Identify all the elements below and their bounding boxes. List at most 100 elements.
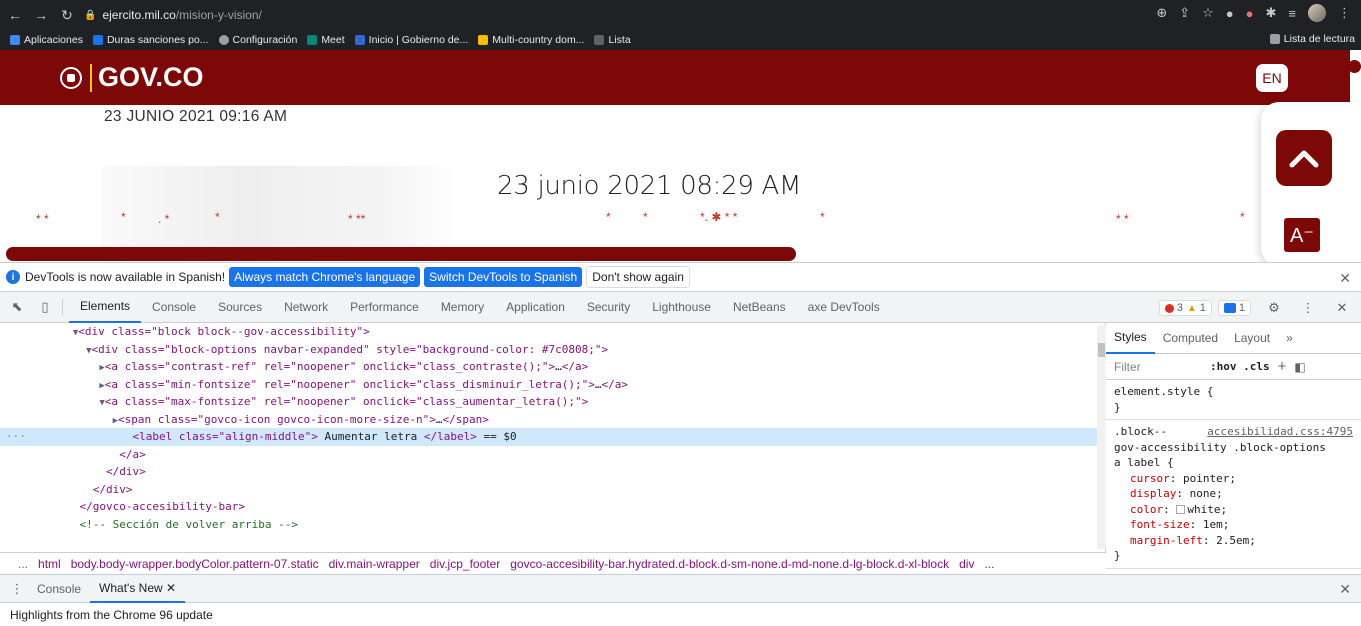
dom-node[interactable]: ▼<a class="max-fontsize" rel="noopener" … — [0, 393, 1105, 411]
tab-layout[interactable]: Layout — [1226, 323, 1278, 354]
styles-panel: Styles Computed Layout » Filter :hov .cl… — [1106, 323, 1361, 574]
reading-list-button[interactable]: Lista de lectura — [1269, 33, 1355, 45]
tab-axe-devtools[interactable]: axe DevTools — [797, 292, 891, 323]
language-button[interactable]: EN — [1256, 64, 1288, 92]
bookmark-item[interactable]: Aplicaciones — [10, 34, 83, 46]
lock-icon[interactable]: 🔒 — [84, 10, 96, 21]
extension-icon[interactable]: ● — [1226, 6, 1234, 21]
close-icon[interactable]: ✕ — [1339, 270, 1351, 287]
css-property[interactable]: cursor: pointer; — [1114, 471, 1353, 487]
close-drawer-icon[interactable]: ✕ — [1339, 581, 1351, 598]
dom-node[interactable]: ▶<a class="min-fontsize" rel="noopener" … — [0, 376, 1105, 394]
dom-node[interactable]: ▼<div class="block block--gov-accessibil… — [0, 323, 1105, 341]
device-toolbar-icon[interactable]: ▯ — [34, 296, 56, 318]
drawer-menu-icon[interactable]: ⋮ — [6, 578, 28, 600]
tab-computed[interactable]: Computed — [1155, 323, 1226, 354]
media-icon[interactable]: ≡ — [1288, 6, 1296, 21]
breadcrumb-item[interactable]: div.main-wrapper — [329, 557, 420, 571]
scrollbar-thumb[interactable] — [1348, 60, 1361, 73]
back-to-top-button[interactable] — [1276, 130, 1332, 186]
breadcrumb-item[interactable]: ... — [18, 557, 28, 571]
share-icon[interactable]: ⇪ — [1179, 5, 1190, 21]
tab-styles[interactable]: Styles — [1106, 323, 1155, 354]
dom-node[interactable]: </a> — [0, 446, 1105, 464]
horizontal-scrollbar[interactable] — [6, 247, 796, 261]
more-options-icon[interactable]: ⋮ — [1297, 297, 1319, 319]
bookmark-item[interactable]: Inicio | Gobierno de... — [354, 34, 468, 46]
dont-show-again-button[interactable]: Don't show again — [586, 266, 690, 288]
bookmark-item[interactable]: Duras sanciones po... — [92, 34, 209, 46]
dom-node[interactable]: </div> — [0, 481, 1105, 499]
menu-kebab-icon[interactable]: ⋮ — [1338, 5, 1351, 21]
ellipsis-icon[interactable]: ··· — [6, 428, 26, 446]
css-property[interactable]: color: white; — [1114, 502, 1353, 518]
toggle-sidebar-icon[interactable]: ◧ — [1294, 360, 1305, 374]
extensions-puzzle-icon[interactable]: ✱ — [1266, 5, 1277, 21]
tab-console[interactable]: Console — [141, 292, 207, 323]
bookmark-item[interactable]: Multi-country dom... — [478, 34, 584, 46]
dom-node[interactable]: </govco-accesibility-bar> — [0, 498, 1105, 516]
issues-badge[interactable]: 3 ▲ 1 — [1158, 300, 1212, 316]
drawer-tab-console[interactable]: Console — [28, 574, 90, 603]
back-icon[interactable]: ← — [4, 4, 26, 26]
gov-logo[interactable]: GOV.CO — [60, 62, 204, 93]
breadcrumb-item[interactable]: div.jcp_footer — [430, 557, 500, 571]
bookmark-star-icon[interactable]: ☆ — [1202, 5, 1214, 21]
dom-node[interactable]: ▼<div class="block-options navbar-expand… — [0, 341, 1105, 359]
settings-gear-icon[interactable]: ⚙ — [1263, 297, 1285, 319]
breadcrumb-item[interactable]: ... — [984, 557, 994, 571]
inspect-element-icon[interactable]: ⬉ — [6, 296, 28, 318]
profile-avatar[interactable] — [1308, 4, 1326, 22]
tab-application[interactable]: Application — [495, 292, 576, 323]
tab-performance[interactable]: Performance — [339, 292, 430, 323]
breadcrumb-item[interactable]: html — [38, 557, 61, 571]
bookmark-item[interactable]: Lista — [594, 34, 631, 46]
dom-node-selected[interactable]: ··· <label class="align-middle"> Aumenta… — [0, 428, 1105, 446]
new-rule-icon[interactable]: + — [1278, 358, 1287, 375]
bookmark-item[interactable]: Configuración — [218, 34, 297, 46]
dom-node[interactable] — [0, 533, 1105, 541]
breadcrumb-item[interactable]: govco-accesibility-bar.hydrated.d-block.… — [510, 557, 949, 571]
dom-node[interactable]: ▶<a class="contrast-ref" rel="noopener" … — [0, 358, 1105, 376]
css-rule[interactable]: .block-- accesibilidad.css:4795 gov-acces… — [1106, 420, 1361, 569]
more-tabs-chevron-icon[interactable]: » — [1278, 323, 1301, 354]
font-size-button[interactable]: A⁻ — [1284, 218, 1320, 252]
css-property[interactable]: margin-left: 2.5em; — [1114, 533, 1353, 549]
scrollbar-thumb[interactable] — [1098, 343, 1105, 357]
styles-filter-input[interactable]: Filter — [1114, 360, 1210, 374]
address-bar[interactable]: 🔒 ejercito.mil.co/mision-y-vision/ — [84, 4, 1204, 26]
color-swatch[interactable] — [1176, 504, 1186, 514]
breadcrumb-item[interactable]: body.body-wrapper.bodyColor.pattern-07.s… — [71, 557, 319, 571]
star-decoration: *. ✱ * * — [700, 210, 738, 224]
css-property[interactable]: display: none; — [1114, 486, 1353, 502]
close-tab-icon[interactable]: ✕ — [166, 581, 176, 595]
match-language-button[interactable]: Always match Chrome's language — [229, 267, 421, 287]
element-style-rule[interactable]: element.style { } — [1106, 380, 1361, 420]
bookmark-item[interactable]: Meet — [307, 34, 345, 46]
close-devtools-icon[interactable]: ✕ — [1331, 297, 1353, 319]
tab-sources[interactable]: Sources — [207, 292, 273, 323]
dom-node[interactable]: ▶<span class="govco-icon govco-icon-more… — [0, 411, 1105, 429]
hov-cls-toggle[interactable]: :hov .cls — [1210, 360, 1270, 373]
dom-node[interactable]: <!-- Sección de volver arriba --> — [0, 516, 1105, 534]
tab-memory[interactable]: Memory — [430, 292, 495, 323]
error-icon — [1164, 303, 1174, 313]
dom-node[interactable]: </div> — [0, 463, 1105, 481]
elements-scrollbar[interactable] — [1097, 325, 1106, 549]
extension-badge-icon[interactable]: ● — [1246, 6, 1254, 21]
tab-netbeans[interactable]: NetBeans — [722, 292, 797, 323]
tab-elements[interactable]: Elements — [69, 292, 142, 323]
tab-network[interactable]: Network — [273, 292, 339, 323]
zoom-icon[interactable]: ⊕ — [1156, 5, 1167, 21]
css-property[interactable]: font-size: 1em; — [1114, 517, 1353, 533]
star-decoration: * — [121, 210, 126, 224]
breadcrumb-item[interactable]: div — [959, 557, 974, 571]
switch-spanish-button[interactable]: Switch DevTools to Spanish — [424, 267, 583, 287]
messages-badge[interactable]: 1 — [1217, 300, 1251, 316]
forward-icon[interactable]: → — [30, 4, 52, 26]
stylesheet-link[interactable]: accesibilidad.css:4795 — [1207, 424, 1353, 440]
drawer-tab-whats-new[interactable]: What's New ✕ — [90, 574, 186, 603]
tab-lighthouse[interactable]: Lighthouse — [641, 292, 722, 323]
tab-security[interactable]: Security — [576, 292, 641, 323]
reload-icon[interactable]: ↻ — [56, 4, 78, 26]
